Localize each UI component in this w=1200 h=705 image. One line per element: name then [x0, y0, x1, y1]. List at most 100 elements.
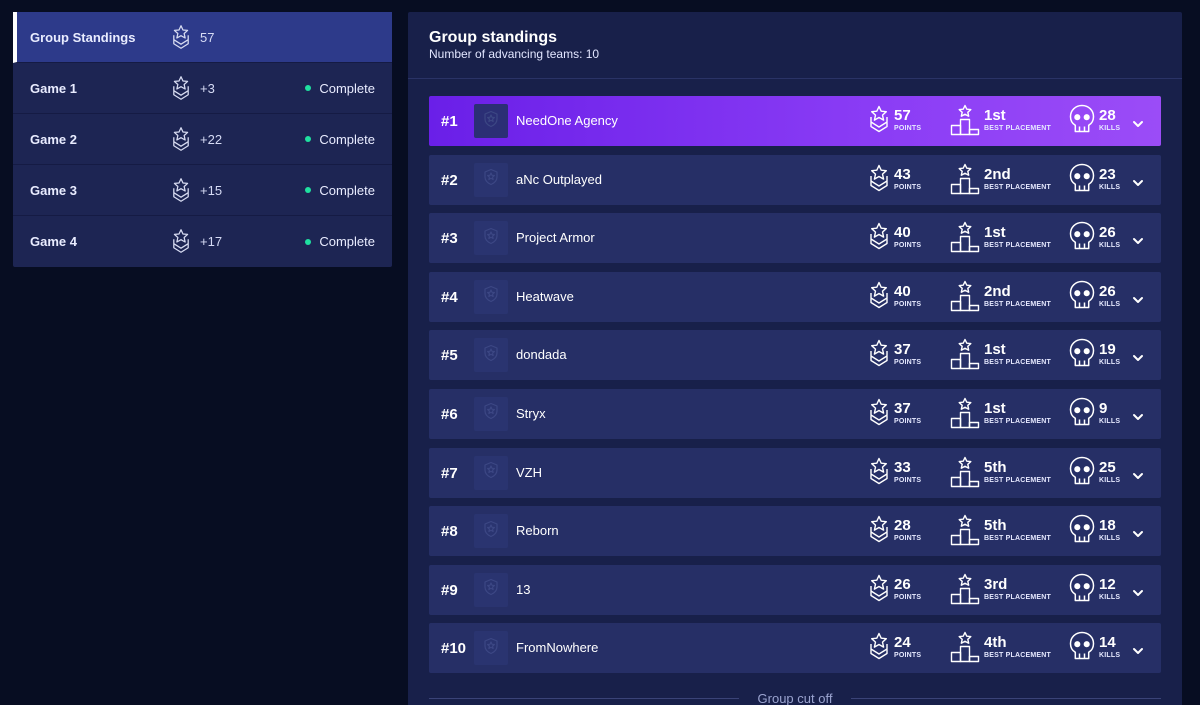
- points-caption: POINTS: [894, 535, 922, 543]
- team-row[interactable]: #5 dondada 37 POINTS 1st BEST PLACEMENT …: [429, 330, 1161, 381]
- best-placement-value: 1st: [984, 224, 1006, 242]
- points-value: 37: [894, 341, 911, 359]
- team-name: aNc Outplayed: [516, 171, 602, 187]
- shield-icon: [483, 520, 499, 543]
- team-rank: #8: [441, 523, 458, 541]
- team-rank: #3: [441, 230, 458, 248]
- points-value: 57: [894, 107, 911, 124]
- points-caption: POINTS: [894, 593, 922, 601]
- best-placement-value: 1st: [984, 341, 1006, 359]
- team-row[interactable]: #4 Heatwave 40 POINTS 2nd BEST PLACEMENT…: [429, 271, 1161, 322]
- points-badge-icon: [172, 126, 190, 152]
- kills-caption: KILLS: [1099, 183, 1121, 191]
- sidebar-item-game-1[interactable]: Game 1 +3 Complete: [13, 63, 392, 114]
- team-name: Project Armor: [516, 230, 595, 246]
- kills-value: 9: [1099, 399, 1108, 417]
- team-name: FromNowhere: [516, 640, 599, 656]
- best-placement-caption: BEST PLACEMENT: [984, 242, 1051, 250]
- game-sidebar: Group Standings 57 Game 1 +3 Complete Ga…: [13, 12, 392, 267]
- chevron-down-icon[interactable]: [1132, 292, 1144, 303]
- points-badge-icon: [172, 75, 190, 101]
- cutoff-line-right: [851, 698, 1161, 699]
- kills-caption: KILLS: [1099, 242, 1121, 250]
- team-row[interactable]: #2 aNc Outplayed 43 POINTS 2nd BEST PLAC…: [429, 154, 1161, 205]
- status-text: Complete: [319, 131, 375, 147]
- status-badge: Complete: [305, 234, 375, 249]
- team-rank: #9: [441, 581, 458, 599]
- team-row[interactable]: #9 13 26 POINTS 3rd BEST PLACEMENT 12 KI…: [429, 564, 1161, 615]
- kills-value: 18: [1099, 517, 1116, 535]
- shield-icon: [483, 110, 499, 133]
- team-name: Heatwave: [516, 288, 574, 304]
- kills-value: 14: [1099, 634, 1116, 652]
- status-badge: Complete: [305, 81, 375, 96]
- points-badge-icon: [172, 228, 190, 254]
- points-caption: POINTS: [894, 242, 922, 250]
- kills-caption: KILLS: [1099, 417, 1121, 425]
- chevron-down-icon[interactable]: [1132, 526, 1144, 538]
- points-value: 40: [894, 224, 911, 242]
- status-dot-icon: [305, 187, 312, 193]
- best-placement-value: 1st: [984, 399, 1006, 417]
- best-placement-value: 3rd: [984, 575, 1008, 593]
- page-title: Group standings: [429, 29, 557, 46]
- kills-caption: KILLS: [1099, 125, 1121, 132]
- sidebar-item-game-3[interactable]: Game 3 +15 Complete: [13, 165, 392, 216]
- sidebar-item-game-4[interactable]: Game 4 +17 Complete: [13, 216, 392, 267]
- best-placement-caption: BEST PLACEMENT: [984, 125, 1051, 132]
- team-logo: [474, 514, 508, 549]
- kills-caption: KILLS: [1099, 300, 1121, 308]
- team-row[interactable]: #10 FromNowhere 24 POINTS 4th BEST PLACE…: [429, 623, 1161, 674]
- chevron-down-icon[interactable]: [1132, 116, 1144, 127]
- team-logo: [474, 279, 508, 314]
- sidebar-item-label: Game 2: [30, 131, 77, 147]
- team-row[interactable]: #7 VZH 33 POINTS 5th BEST PLACEMENT 25 K…: [429, 447, 1161, 498]
- chevron-down-icon[interactable]: [1132, 233, 1144, 245]
- kills-value: 19: [1099, 341, 1116, 359]
- points-value: 40: [894, 282, 911, 300]
- best-placement-caption: BEST PLACEMENT: [984, 183, 1051, 191]
- kills-caption: KILLS: [1099, 593, 1121, 601]
- sidebar-item-label: Group Standings: [30, 29, 136, 45]
- advancing-teams-text: Number of advancing teams: 10: [429, 47, 600, 61]
- team-rank: #1: [441, 113, 458, 130]
- team-rank: #4: [441, 288, 458, 306]
- sidebar-item-points: +15: [200, 182, 223, 198]
- team-name: dondada: [516, 347, 567, 363]
- chevron-down-icon[interactable]: [1132, 643, 1144, 655]
- best-placement-value: 1st: [984, 107, 1006, 124]
- sidebar-item-label: Game 4: [30, 234, 77, 249]
- shield-icon: [483, 578, 499, 601]
- sidebar-item-group-standings[interactable]: Group Standings 57: [13, 12, 392, 63]
- best-placement-caption: BEST PLACEMENT: [984, 593, 1051, 601]
- status-text: Complete: [319, 182, 375, 198]
- team-row[interactable]: #3 Project Armor 40 POINTS 1st BEST PLAC…: [429, 213, 1161, 264]
- team-row[interactable]: #8 Reborn 28 POINTS 5th BEST PLACEMENT 1…: [429, 506, 1161, 557]
- points-value: 33: [894, 458, 911, 476]
- chevron-down-icon[interactable]: [1132, 175, 1144, 186]
- points-caption: POINTS: [894, 652, 922, 660]
- status-dot-icon: [305, 85, 312, 91]
- team-row[interactable]: #6 Stryx 37 POINTS 1st BEST PLACEMENT 9 …: [429, 388, 1161, 439]
- chevron-down-icon[interactable]: [1132, 409, 1144, 420]
- sidebar-item-game-2[interactable]: Game 2 +22 Complete: [13, 114, 392, 165]
- best-placement-value: 5th: [984, 458, 1007, 476]
- chevron-down-icon[interactable]: [1132, 468, 1144, 479]
- sidebar-item-label: Game 1: [30, 80, 77, 96]
- points-badge-icon: [172, 177, 190, 203]
- points-value: 26: [894, 575, 911, 593]
- shield-icon: [483, 285, 499, 308]
- team-name: NeedOne Agency: [516, 113, 618, 128]
- chevron-down-icon[interactable]: [1132, 350, 1144, 362]
- points-caption: POINTS: [894, 125, 922, 132]
- best-placement-value: 5th: [984, 517, 1007, 535]
- best-placement-caption: BEST PLACEMENT: [984, 652, 1051, 660]
- kills-value: 26: [1099, 282, 1116, 300]
- team-rank: #6: [441, 405, 458, 423]
- points-badge-icon: [172, 24, 190, 50]
- shield-icon: [483, 402, 499, 425]
- shield-icon: [483, 227, 499, 250]
- chevron-down-icon[interactable]: [1132, 585, 1144, 596]
- status-dot-icon: [305, 136, 312, 142]
- team-row[interactable]: #1 NeedOne Agency 57 POINTS 1st BEST PLA…: [429, 96, 1161, 146]
